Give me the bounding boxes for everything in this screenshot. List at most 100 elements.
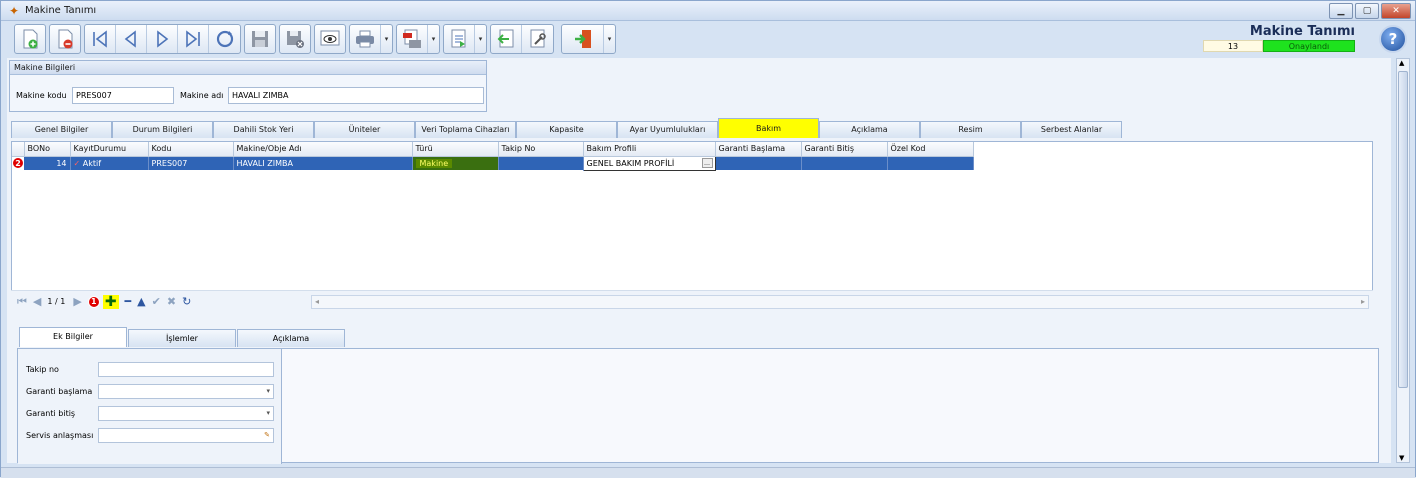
tab-extra-info[interactable]: Ek Bilgiler	[19, 327, 127, 347]
delete-record-button[interactable]	[49, 24, 81, 54]
cell-code[interactable]: PRES007	[148, 156, 234, 170]
cell-machine-name[interactable]: HAVALI ZIMBA	[233, 156, 413, 170]
service-agreement-input[interactable]: ✎	[98, 428, 274, 443]
next-record-button[interactable]	[147, 25, 178, 53]
refresh-button[interactable]	[209, 25, 240, 53]
col-machine-name[interactable]: Makine/Obje Adı	[233, 142, 413, 157]
tab-capacity[interactable]: Kapasite	[516, 121, 617, 138]
tools-icon	[530, 29, 546, 48]
cell-bono[interactable]: 14	[24, 156, 71, 170]
col-tracking-no[interactable]: Takip No	[498, 142, 584, 157]
exit-icon	[574, 30, 591, 48]
main-tabs: Genel Bilgiler Durum Bilgileri Dahili St…	[11, 118, 1122, 138]
col-maintenance-profile[interactable]: Bakım Profili	[583, 142, 716, 157]
tab-detail-description[interactable]: Açıklama	[237, 329, 345, 347]
col-record-status[interactable]: KayıtDurumu	[70, 142, 149, 157]
grid-navigator: ⏮ ◀ 1 / 1 ▶ 1 ✚ ━ ▲ ✔ ✖ ↻ ◂ ▸	[11, 290, 1373, 312]
add-row-icon[interactable]: ✚	[102, 294, 119, 309]
tab-internal-stock[interactable]: Dahili Stok Yeri	[213, 121, 314, 138]
col-warranty-start[interactable]: Garanti Başlama	[715, 142, 802, 157]
machine-name-label: Makine adı	[180, 91, 224, 100]
nav-first-icon[interactable]: ⏮	[17, 295, 27, 309]
exit-dropdown-icon[interactable]: ▾	[604, 25, 615, 53]
col-warranty-end[interactable]: Garanti Bitiş	[801, 142, 888, 157]
prev-record-button[interactable]	[116, 25, 147, 53]
next-record-icon	[157, 30, 169, 48]
tab-units[interactable]: Üniteler	[314, 121, 415, 138]
tab-general[interactable]: Genel Bilgiler	[11, 121, 112, 138]
cell-tracking-no[interactable]	[498, 156, 584, 170]
tab-image[interactable]: Resim	[920, 121, 1021, 138]
warranty-start-select[interactable]: ▾	[98, 384, 274, 399]
preview-button[interactable]	[314, 24, 346, 54]
cell-type[interactable]: Makine	[412, 156, 499, 170]
scroll-left-icon[interactable]: ◂	[315, 297, 319, 306]
cell-special-code[interactable]	[887, 156, 974, 170]
tab-data-collection[interactable]: Veri Toplama Cihazları	[415, 121, 516, 138]
nav-prev-icon[interactable]: ◀	[33, 295, 41, 308]
last-record-button[interactable]	[178, 25, 209, 53]
tracking-no-input[interactable]	[98, 362, 274, 377]
print-dropdown-icon[interactable]: ▾	[381, 25, 392, 53]
new-record-button[interactable]	[14, 24, 46, 54]
cell-maintenance-profile[interactable]: GENEL BAKIM PROFİLİ…	[582, 155, 716, 171]
scroll-down-icon[interactable]: ▼	[1399, 454, 1404, 462]
print-icon	[356, 30, 374, 48]
tab-free-fields[interactable]: Serbest Alanlar	[1021, 121, 1122, 138]
remove-row-icon[interactable]: ━	[125, 295, 132, 308]
print-button[interactable]	[350, 25, 381, 53]
exit-button[interactable]	[562, 25, 604, 53]
cell-record-status[interactable]: ✓ Aktif	[70, 156, 149, 170]
warranty-start-label: Garanti başlama	[26, 387, 93, 396]
confirm-icon[interactable]: ✔	[152, 295, 161, 308]
tab-maintenance[interactable]: Bakım	[718, 118, 819, 138]
maximize-button[interactable]: ▢	[1355, 3, 1379, 19]
help-button[interactable]: ?	[1379, 25, 1407, 53]
chevron-down-icon[interactable]: ▾	[266, 409, 270, 417]
col-type[interactable]: Türü	[412, 142, 499, 157]
tab-description[interactable]: Açıklama	[819, 121, 920, 138]
cell-warranty-start[interactable]	[715, 156, 802, 170]
save-cancel-button[interactable]	[279, 24, 311, 54]
scroll-up-icon[interactable]: ▲	[1399, 59, 1404, 67]
close-button[interactable]: ✕	[1381, 3, 1411, 19]
col-code[interactable]: Kodu	[148, 142, 234, 157]
scroll-thumb[interactable]	[1398, 71, 1408, 388]
table-row[interactable]: 2 14 ✓ Aktif PRES007 HAVALI ZIMBA Makine…	[12, 155, 974, 171]
horizontal-scrollbar[interactable]: ◂ ▸	[311, 295, 1369, 309]
first-record-icon	[93, 30, 107, 48]
save-button[interactable]	[244, 24, 276, 54]
scroll-right-icon[interactable]: ▸	[1361, 297, 1365, 306]
checkmark-icon: ✓	[73, 158, 81, 168]
record-number: 13	[1203, 40, 1263, 52]
export-button[interactable]	[444, 25, 475, 53]
warranty-end-select[interactable]: ▾	[98, 406, 274, 421]
pdf-dropdown-icon[interactable]: ▾	[428, 25, 439, 53]
first-record-button[interactable]	[85, 25, 116, 53]
col-special-code[interactable]: Özel Kod	[887, 142, 974, 157]
machine-name-input[interactable]	[228, 87, 484, 104]
edit-pencil-icon[interactable]: ✎	[264, 431, 270, 439]
cancel-edit-icon[interactable]: ✖	[167, 295, 176, 308]
tools-button[interactable]	[522, 25, 553, 53]
refresh-grid-icon[interactable]: ↻	[182, 295, 191, 308]
lookup-button-icon[interactable]: …	[701, 157, 713, 168]
export-dropdown-icon[interactable]: ▾	[475, 25, 486, 53]
detail-tabs: Ek Bilgiler İşlemler Açıklama	[19, 327, 346, 347]
prev-record-icon	[124, 30, 136, 48]
pdf-export-icon	[403, 29, 421, 48]
cell-warranty-end[interactable]	[801, 156, 888, 170]
last-record-icon	[186, 30, 200, 48]
chevron-down-icon[interactable]: ▾	[266, 387, 270, 395]
nav-next-icon[interactable]: ▶	[73, 295, 81, 308]
pdf-export-button[interactable]	[397, 25, 428, 53]
tab-settings-compat[interactable]: Ayar Uyumlulukları	[617, 121, 718, 138]
col-bono[interactable]: BONo	[24, 142, 71, 157]
import-button[interactable]	[491, 25, 522, 53]
minimize-button[interactable]: ▁	[1329, 3, 1353, 19]
tab-operations[interactable]: İşlemler	[128, 329, 236, 347]
vertical-scrollbar[interactable]: ▲ ▼	[1396, 58, 1410, 463]
machine-code-input[interactable]	[72, 87, 174, 104]
tab-status[interactable]: Durum Bilgileri	[112, 121, 213, 138]
move-up-icon[interactable]: ▲	[137, 295, 145, 308]
